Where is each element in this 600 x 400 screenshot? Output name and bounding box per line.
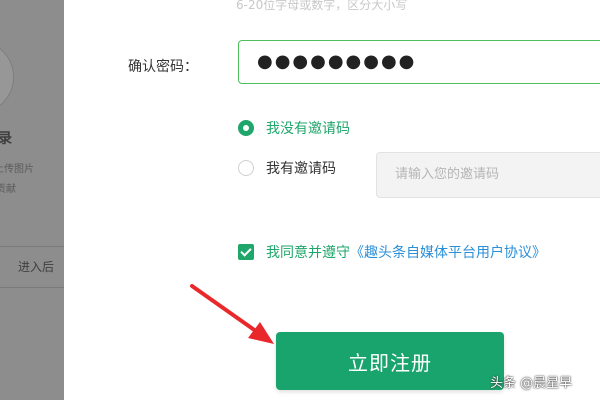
has-invite-label: 我有邀请码: [266, 161, 336, 177]
no-invite-option[interactable]: 我没有邀请码: [238, 118, 350, 138]
background-text-2: 贡献: [0, 184, 16, 195]
watermark: 头条 @晨星早: [490, 376, 573, 391]
agreement-row[interactable]: 我同意并遵守 《趣头条自媒体平台用户协议》: [238, 242, 546, 262]
background-overlay: 录 上传图片 贡献 进入后: [0, 0, 64, 400]
radio-unchecked-icon[interactable]: [238, 160, 254, 176]
password-hint: 6-20位字母或数字，区分大小写: [236, 0, 408, 12]
red-arrow-icon: [190, 284, 274, 344]
background-divider-2: [0, 287, 64, 288]
invite-code-input[interactable]: 请输入您的邀请码: [376, 152, 600, 198]
background-title: 录: [0, 131, 12, 147]
radio-checked-icon[interactable]: [238, 120, 254, 136]
register-button[interactable]: 立即注册: [276, 332, 504, 390]
has-invite-option[interactable]: 我有邀请码: [238, 158, 336, 178]
confirm-password-input[interactable]: ●●●●●●●●●: [238, 40, 600, 84]
confirm-password-label: 确认密码：: [128, 59, 198, 75]
background-divider: [0, 246, 64, 247]
agreement-link[interactable]: 《趣头条自媒体平台用户协议》: [350, 242, 546, 262]
no-invite-label: 我没有邀请码: [266, 121, 350, 137]
checkbox-checked-icon[interactable]: [238, 244, 254, 260]
background-text-1: 上传图片: [0, 164, 34, 175]
background-button: 进入后: [18, 260, 55, 274]
agree-text: 我同意并遵守: [266, 245, 350, 261]
